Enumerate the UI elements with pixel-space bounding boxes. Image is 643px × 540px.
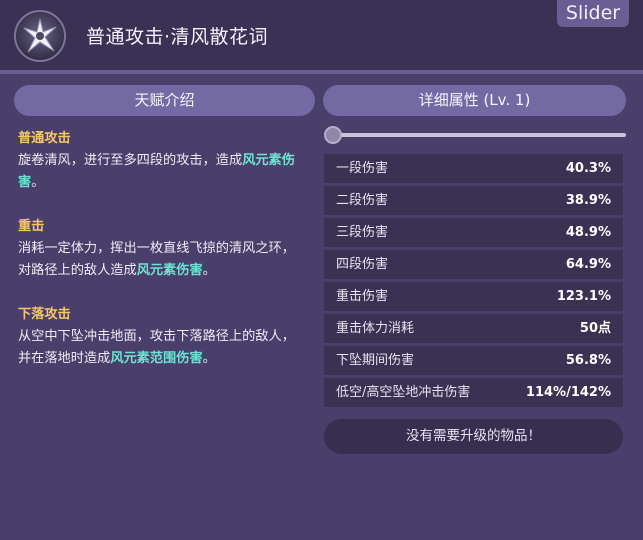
normal-attack-text-after: 。 <box>31 175 45 190</box>
normal-attack-section: 普通攻击 旋卷清风，进行至多四段的攻击，造成风元素伤害。 <box>18 128 308 194</box>
stat-name: 四段伤害 <box>336 257 389 272</box>
charged-attack-text: 消耗一定体力，挥出一枚直线飞掠的清风之环，对路径上的敌人造成风元素伤害。 <box>18 238 308 282</box>
tab-details[interactable]: 详细属性 (Lv. 1) <box>323 85 626 116</box>
stat-row: 重击体力消耗 50点 <box>324 314 623 343</box>
charged-attack-highlight: 风元素伤害 <box>136 263 203 278</box>
stat-value: 114%/142% <box>525 385 611 400</box>
stat-row: 二段伤害 38.9% <box>324 186 623 215</box>
stat-row: 一段伤害 40.3% <box>324 154 623 183</box>
no-upgrade-items-message: 没有需要升级的物品！ <box>324 419 623 454</box>
stat-value: 38.9% <box>565 193 611 208</box>
plunging-attack-text: 从空中下坠冲击地面，攻击下落路径上的敌人，并在落地时造成风元素范围伤害。 <box>18 326 308 370</box>
talent-description: 普通攻击 旋卷清风，进行至多四段的攻击，造成风元素伤害。 重击 消耗一定体力，挥… <box>18 128 308 392</box>
stat-row: 三段伤害 48.9% <box>324 218 623 247</box>
plunging-attack-highlight: 风元素范围伤害 <box>110 351 203 366</box>
slider-badge: Slider <box>557 0 629 27</box>
stat-name: 三段伤害 <box>336 225 389 240</box>
plunging-attack-title: 下落攻击 <box>18 307 71 322</box>
stat-name: 低空/高空坠地冲击伤害 <box>336 385 471 400</box>
level-slider-handle[interactable] <box>324 126 342 144</box>
stat-name: 重击伤害 <box>336 289 389 304</box>
stat-row: 四段伤害 64.9% <box>324 250 623 279</box>
stat-row: 重击伤害 123.1% <box>324 282 623 311</box>
tab-talent-intro[interactable]: 天赋介绍 <box>14 85 315 116</box>
stat-name: 重击体力消耗 <box>336 321 415 336</box>
stat-value: 50点 <box>579 321 611 336</box>
stat-name: 一段伤害 <box>336 161 389 176</box>
stat-value: 64.9% <box>565 257 611 272</box>
charged-attack-text-after: 。 <box>202 263 216 278</box>
stat-name: 下坠期间伤害 <box>336 353 415 368</box>
normal-attack-title: 普通攻击 <box>18 131 71 146</box>
charged-attack-section: 重击 消耗一定体力，挥出一枚直线飞掠的清风之环，对路径上的敌人造成风元素伤害。 <box>18 216 308 282</box>
skill-title: 普通攻击·清风散花词 <box>86 26 269 48</box>
normal-attack-text-before: 旋卷清风，进行至多四段的攻击，造成 <box>18 153 243 168</box>
stat-value: 123.1% <box>556 289 611 304</box>
stat-value: 56.8% <box>565 353 611 368</box>
stat-name: 二段伤害 <box>336 193 389 208</box>
level-slider-track[interactable] <box>333 133 626 137</box>
star-burst-icon <box>14 10 66 62</box>
stat-value: 48.9% <box>565 225 611 240</box>
stats-table: 一段伤害 40.3% 二段伤害 38.9% 三段伤害 48.9% 四段伤害 64.9% … <box>324 154 623 410</box>
skill-header: 普通攻击·清风散花词 Slider <box>0 0 643 74</box>
plunging-attack-text-after: 。 <box>202 351 216 366</box>
stat-row: 低空/高空坠地冲击伤害 114%/142% <box>324 378 623 407</box>
stat-row: 下坠期间伤害 56.8% <box>324 346 623 375</box>
stat-value: 40.3% <box>565 161 611 176</box>
normal-attack-text: 旋卷清风，进行至多四段的攻击，造成风元素伤害。 <box>18 150 308 194</box>
plunging-attack-section: 下落攻击 从空中下坠冲击地面，攻击下落路径上的敌人，并在落地时造成风元素范围伤害… <box>18 304 308 370</box>
charged-attack-title: 重击 <box>18 219 45 234</box>
